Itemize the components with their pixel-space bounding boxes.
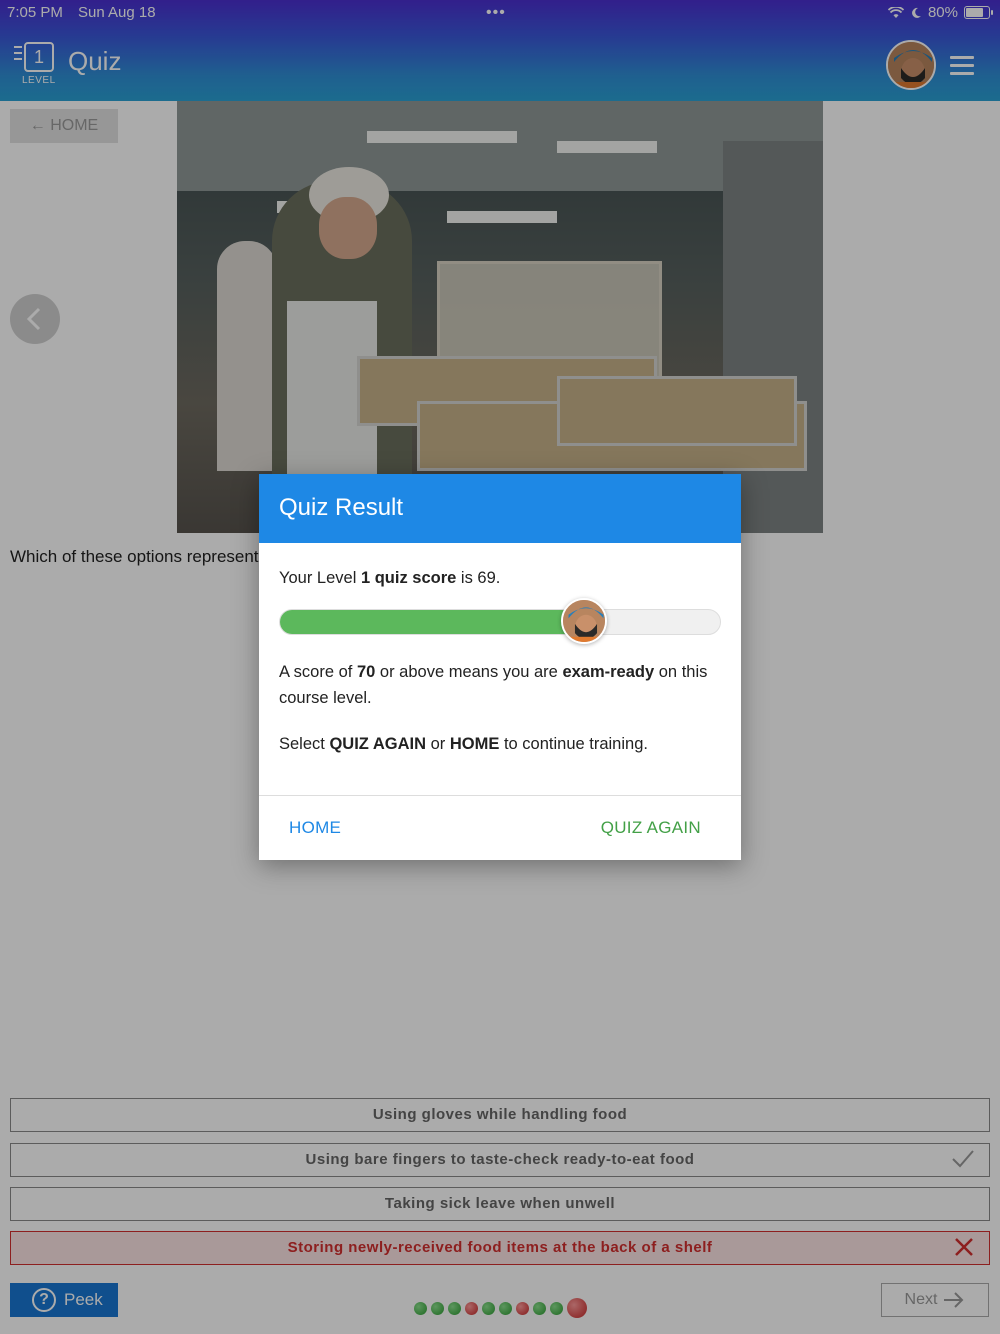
quiz-again-button[interactable]: QUIZ AGAIN: [601, 818, 701, 838]
exam-ready-explanation: A score of 70 or above means you are exa…: [279, 663, 708, 707]
home-button[interactable]: HOME: [289, 818, 341, 838]
dialog-title: Quiz Result: [259, 474, 741, 543]
avatar: [560, 598, 607, 644]
score-progress-bar: [279, 598, 721, 644]
continue-instruction: Select QUIZ AGAIN or HOME to continue tr…: [279, 735, 648, 753]
dialog-actions: HOME QUIZ AGAIN: [259, 795, 741, 860]
dialog-body: Your Level 1 quiz score is 69. A score o…: [259, 543, 741, 757]
score-text: Your Level 1 quiz score is 69.: [279, 569, 501, 587]
score-bar-fill: [280, 610, 584, 634]
quiz-result-dialog: Quiz Result Your Level 1 quiz score is 6…: [259, 474, 741, 860]
